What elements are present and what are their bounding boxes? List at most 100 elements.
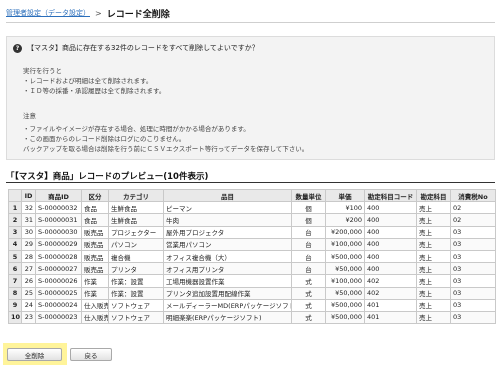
table-cell: 式 (291, 298, 326, 312)
table-cell: 台 (291, 262, 326, 276)
table-cell: S-00000026 (35, 274, 82, 288)
table-cell: 台 (291, 249, 326, 264)
table-cell: S-00000028 (35, 249, 82, 264)
table-cell: ピーマン (163, 201, 292, 215)
table-cell: 作業：設置 (108, 274, 164, 288)
table-cell: 工場用機器設置作業 (163, 274, 292, 288)
table-cell: 401 (364, 310, 417, 325)
table-cell: 02 (450, 201, 496, 215)
table-row: 4 29 S-00000029 販売品 パソコン 営業用パソコン台 ¥100,000 400 売… (8, 237, 496, 251)
column-header: ID (21, 188, 36, 203)
column-header: カテゴリ (108, 188, 164, 203)
table-cell: 03 (450, 237, 496, 251)
table-cell: 売上 (416, 225, 451, 239)
table-cell: ¥200,000 (325, 225, 365, 239)
table-cell: ¥100,000 (325, 237, 365, 251)
table-cell: 牛肉 (163, 213, 292, 227)
column-header: 単価 (325, 188, 365, 203)
table-cell: ¥500,000 (325, 298, 365, 312)
table-cell: 03 (450, 274, 496, 288)
table-cell: 台 (291, 237, 326, 251)
table-cell: ¥100 (325, 201, 365, 215)
table-cell: 400 (364, 237, 417, 251)
table-cell: S-00000027 (35, 262, 82, 276)
table-cell: 03 (450, 225, 496, 239)
table-cell: 売上 (416, 262, 451, 276)
preview-table: ID 商品ID 区分 カテゴリ 品目 数量単位 単価 勘定科目コード 勘定科目 … (8, 188, 496, 325)
notice-line: ・ＩＤ等の採番・承認履歴は全て削除されます。 (23, 87, 166, 95)
table-cell: S-00000030 (35, 225, 82, 239)
table-cell: ¥500,000 (325, 249, 365, 264)
table-cell: S-00000024 (35, 298, 82, 312)
table-cell: 食品 (81, 213, 109, 227)
table-cell: S-00000023 (35, 310, 82, 325)
table-cell: 式 (291, 310, 326, 325)
delete-all-button[interactable]: 全削除 (7, 348, 62, 361)
column-header: 品目 (163, 188, 292, 203)
column-header (8, 188, 22, 203)
table-header-row: ID 商品ID 区分 カテゴリ 品目 数量単位 単価 勘定科目コード 勘定科目 … (8, 188, 496, 203)
table-cell: 売上 (416, 237, 451, 251)
table-cell: 31 (21, 213, 36, 227)
breadcrumb: 管理者設定（データ設定） > レコード全削除 (6, 6, 170, 20)
table-cell: 29 (21, 237, 36, 251)
table-cell: プリンタ追加設置用配線作業 (163, 286, 292, 300)
row-number: 3 (8, 225, 22, 239)
table-cell: ソフトウェア (108, 310, 164, 325)
table-cell: S-00000031 (35, 213, 82, 227)
table-cell: 複合機 (108, 249, 164, 264)
notice-line: ・ファイルやイメージが存在する場合、処理に時間がかかる場合があります。 (23, 125, 250, 133)
preview-title: 「【マスタ】商品」レコードのプレビュー(10件表示) (6, 172, 209, 182)
column-header: 勘定科目コード (364, 188, 417, 203)
table-cell: 03 (450, 310, 496, 325)
column-header: 区分 (81, 188, 109, 203)
table-cell: ソフトウェア (108, 298, 164, 312)
table-cell: 売上 (416, 201, 451, 215)
table-cell: 売上 (416, 249, 451, 264)
table-cell: ¥100,000 (325, 274, 365, 288)
row-number: 5 (8, 249, 22, 264)
table-row: 2 31 S-00000031 食品 生鮮食品 牛肉個 ¥200 400 売上 02 (8, 213, 496, 227)
breadcrumb-parent-link[interactable]: 管理者設定（データ設定） (6, 8, 90, 18)
table-cell: ¥200 (325, 213, 365, 227)
table-cell: 400 (364, 225, 417, 239)
back-button[interactable]: 戻る (70, 348, 112, 361)
column-header: 消費税No (450, 188, 496, 203)
table-cell: 売上 (416, 274, 451, 288)
table-cell: 仕入販売 (81, 298, 109, 312)
notice-line: バックアップを取る場合は削除を行う前にＣＳＶエクスポート等行ってデータを保存して… (23, 145, 309, 153)
table-cell: S-00000029 (35, 237, 82, 251)
table-cell: 03 (450, 249, 496, 264)
row-number: 9 (8, 298, 22, 312)
table-cell: 屋外用プロジェクタ (163, 225, 292, 239)
table-cell: 明細楽楽(ERPパッケージソフト) (163, 310, 292, 325)
table-cell: 作業 (81, 286, 109, 300)
row-number: 6 (8, 262, 22, 276)
table-row: 5 28 S-00000028 販売品 複合機 オフィス複合機（大）台 ¥500,000 40… (8, 249, 496, 264)
table-cell: ¥50,000 (325, 262, 365, 276)
confirmation-notice: ? 【マスタ】商品に存在する32件のレコードをすべて削除してよいですか？ 実行を… (6, 36, 495, 160)
table-cell: 30 (21, 225, 36, 239)
table-cell: S-00000025 (35, 286, 82, 300)
table-row: 6 27 S-00000027 販売品 プリンタ オフィス用プリンタ台 ¥50,000 400… (8, 262, 496, 276)
table-cell: 式 (291, 286, 326, 300)
row-number: 10 (8, 310, 22, 325)
row-number: 1 (8, 201, 22, 215)
table-cell: 03 (450, 262, 496, 276)
table-cell: 売上 (416, 298, 451, 312)
table-cell: メールディーラーMD(ERPパッケージソフト) (163, 298, 292, 312)
table-row: 9 24 S-00000024 仕入販売 ソフトウェア メールディーラーMD(ERPパッケ… (8, 298, 496, 312)
table-cell: 26 (21, 274, 36, 288)
notice-line: ・レコードおよび明細は全て削除されます。 (23, 77, 153, 85)
table-cell: 販売品 (81, 225, 109, 239)
table-cell: 作業 (81, 274, 109, 288)
table-cell: 28 (21, 249, 36, 264)
notice-line: ・この画面からのレコード削除はログにのこりません。 (23, 135, 186, 143)
table-cell: 02 (450, 213, 496, 227)
table-cell: 400 (364, 262, 417, 276)
table-row: 10 23 S-00000023 仕入販売 ソフトウェア 明細楽楽(ERPパッケージソフト… (8, 310, 496, 325)
table-cell: 401 (364, 298, 417, 312)
table-cell: 売上 (416, 310, 451, 325)
table-cell: プリンタ (108, 262, 164, 276)
table-cell: S-00000032 (35, 201, 82, 215)
